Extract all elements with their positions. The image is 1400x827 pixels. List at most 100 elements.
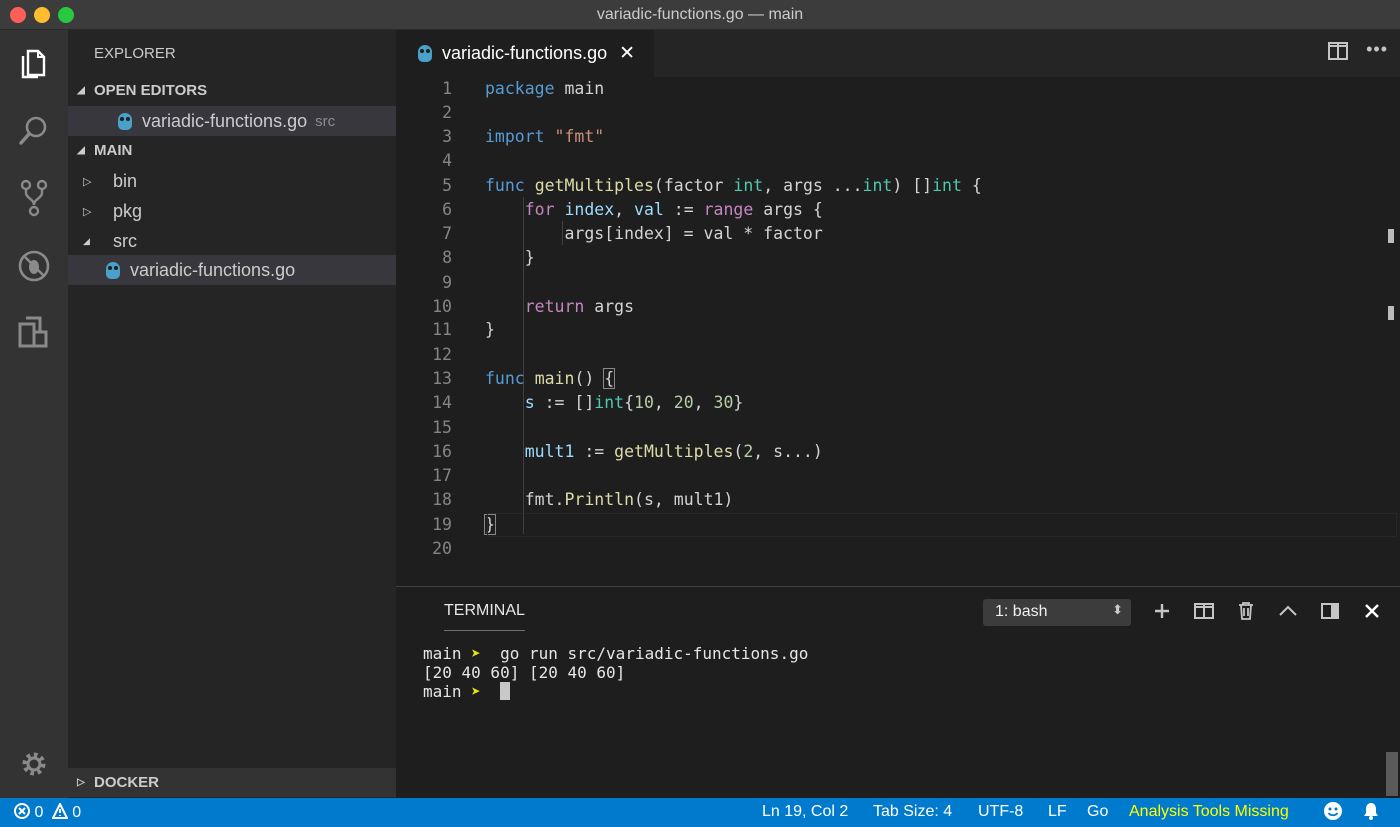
gear-icon[interactable] — [0, 736, 68, 792]
tree-item-bin[interactable]: ▷ bin — [68, 166, 396, 196]
chevron-right-icon: ▷ — [83, 205, 113, 218]
error-count: 0 — [34, 804, 43, 821]
chevron-down-icon: ◢ — [83, 236, 113, 247]
chevron-right-icon: ▷ — [83, 175, 113, 188]
code-line: 4 — [396, 149, 1400, 173]
close-icon[interactable] — [1360, 599, 1384, 623]
code-line: 15 — [396, 416, 1400, 440]
tree-item-label: bin — [113, 171, 137, 192]
end-of-line[interactable]: LF — [1048, 803, 1067, 821]
code-line: 18 fmt.Println(s, mult1) — [396, 488, 1400, 512]
tree-item-label: src — [113, 231, 137, 252]
code-line: 11} — [396, 318, 1400, 342]
terminal-scrollbar[interactable] — [1386, 752, 1398, 796]
tree-item-variadic-functions[interactable]: variadic-functions.go — [68, 255, 396, 285]
chevron-right-icon: ▷ — [68, 777, 94, 788]
bell-icon[interactable] — [1361, 801, 1381, 826]
cursor-position[interactable]: Ln 19, Col 2 — [762, 803, 848, 821]
warning-icon — [52, 803, 68, 819]
problems-indicator[interactable]: 0 0 — [14, 803, 81, 822]
activity-bar — [0, 30, 68, 798]
panel-position-icon[interactable] — [1318, 599, 1342, 623]
chevron-down-icon: ◢ — [68, 145, 94, 156]
terminal-select-value: 1: bash — [995, 603, 1047, 620]
main-folder-label: MAIN — [94, 142, 132, 159]
warning-count: 0 — [72, 804, 81, 821]
current-line-highlight — [487, 513, 1397, 537]
code-line: 9 — [396, 271, 1400, 295]
code-line: 5func getMultiples(factor int, args ...i… — [396, 174, 1400, 198]
code-line: 6 for index, val := range args { — [396, 198, 1400, 222]
plus-icon[interactable] — [1150, 599, 1174, 623]
debug-icon[interactable] — [0, 238, 68, 294]
code-line: 7 args[index] = val * factor — [396, 222, 1400, 246]
terminal-select[interactable]: 1: bash ⬍ — [983, 599, 1131, 626]
trash-icon[interactable] — [1234, 599, 1258, 623]
encoding[interactable]: UTF-8 — [978, 803, 1023, 821]
search-icon[interactable] — [0, 102, 68, 158]
go-file-icon — [106, 262, 120, 279]
overview-ruler-marker — [1388, 229, 1394, 243]
code-line: 12 — [396, 343, 1400, 367]
tab-terminal[interactable]: TERMINAL — [444, 602, 525, 631]
go-file-icon — [118, 113, 132, 130]
terminal-output[interactable]: main ➤ go run src/variadic-functions.go[… — [423, 644, 808, 701]
terminal-actions — [1150, 599, 1384, 623]
terminal-line: main ➤ go run src/variadic-functions.go — [423, 644, 808, 663]
code-line: 17 — [396, 464, 1400, 488]
code-line: 16 mult1 := getMultiples(2, s...) — [396, 440, 1400, 464]
open-editors-section[interactable]: ◢ OPEN EDITORS — [68, 76, 396, 105]
editor-tab-label: variadic-functions.go — [442, 43, 607, 64]
terminal-line: [20 40 60] [20 40 60] — [423, 663, 808, 682]
tree-item-label: pkg — [113, 201, 142, 222]
code-line: 2 — [396, 101, 1400, 125]
status-bar: 0 0 Ln 19, Col 2 Tab Size: 4 UTF-8 LF Go… — [0, 798, 1400, 827]
open-editor-item[interactable]: variadic-functions.go src — [68, 106, 396, 136]
editor-actions: ••• — [1328, 42, 1388, 65]
close-icon[interactable]: ✕ — [619, 42, 635, 65]
smiley-icon[interactable] — [1323, 801, 1343, 826]
open-editor-folder: src — [315, 113, 335, 130]
code-line: 14 s := []int{10, 20, 30} — [396, 391, 1400, 415]
docker-label: DOCKER — [94, 774, 159, 791]
source-control-icon[interactable] — [0, 170, 68, 226]
language-mode[interactable]: Go — [1087, 803, 1108, 821]
split-terminal-icon[interactable] — [1192, 599, 1216, 623]
editor-tab[interactable]: variadic-functions.go ✕ — [396, 30, 654, 77]
select-arrows-icon: ⬍ — [1112, 602, 1123, 618]
tree-item-pkg[interactable]: ▷ pkg — [68, 196, 396, 226]
go-file-icon — [418, 45, 432, 62]
main-folder-section[interactable]: ◢ MAIN — [68, 136, 396, 165]
terminal-line: main ➤ — [423, 682, 808, 701]
code-line: 1package main — [396, 77, 1400, 101]
chevron-up-icon[interactable] — [1276, 599, 1300, 623]
more-actions-icon[interactable]: ••• — [1366, 42, 1388, 65]
open-editors-label: OPEN EDITORS — [94, 82, 207, 99]
terminal-cursor — [500, 682, 510, 700]
chevron-down-icon: ◢ — [68, 85, 94, 96]
prompt-arrow-icon: ➤ — [471, 644, 481, 663]
code-line: 3import "fmt" — [396, 125, 1400, 149]
code-line: 20 — [396, 537, 1400, 561]
docker-section[interactable]: ▷ DOCKER — [68, 768, 396, 797]
title-bar: variadic-functions.go — main — [0, 0, 1400, 30]
prompt-dir: main — [423, 644, 462, 663]
tab-size[interactable]: Tab Size: 4 — [873, 803, 952, 821]
code-line: 13func main() { — [396, 367, 1400, 391]
tree-item-label: variadic-functions.go — [130, 260, 295, 281]
code-editor[interactable]: 1package main 2 3import "fmt" 4 5func ge… — [396, 77, 1400, 583]
split-editor-icon[interactable] — [1328, 42, 1348, 65]
prompt-arrow-icon: ➤ — [471, 682, 481, 701]
explorer-title: EXPLORER — [94, 45, 176, 62]
explorer-icon[interactable] — [0, 36, 68, 92]
overview-ruler-marker — [1388, 306, 1394, 320]
open-editor-filename: variadic-functions.go — [142, 111, 307, 132]
prompt-dir: main — [423, 682, 462, 701]
extensions-icon[interactable] — [0, 304, 68, 360]
tree-item-src[interactable]: ◢ src — [68, 226, 396, 256]
editor-tab-bar: variadic-functions.go ✕ ••• — [396, 30, 1400, 77]
analysis-tools-missing[interactable]: Analysis Tools Missing — [1129, 803, 1289, 821]
explorer-sidebar: EXPLORER ◢ OPEN EDITORS variadic-functio… — [68, 30, 396, 798]
window-title: variadic-functions.go — main — [0, 6, 1400, 24]
terminal-panel: TERMINAL 1: bash ⬍ main ➤ go run src/var… — [396, 586, 1400, 798]
